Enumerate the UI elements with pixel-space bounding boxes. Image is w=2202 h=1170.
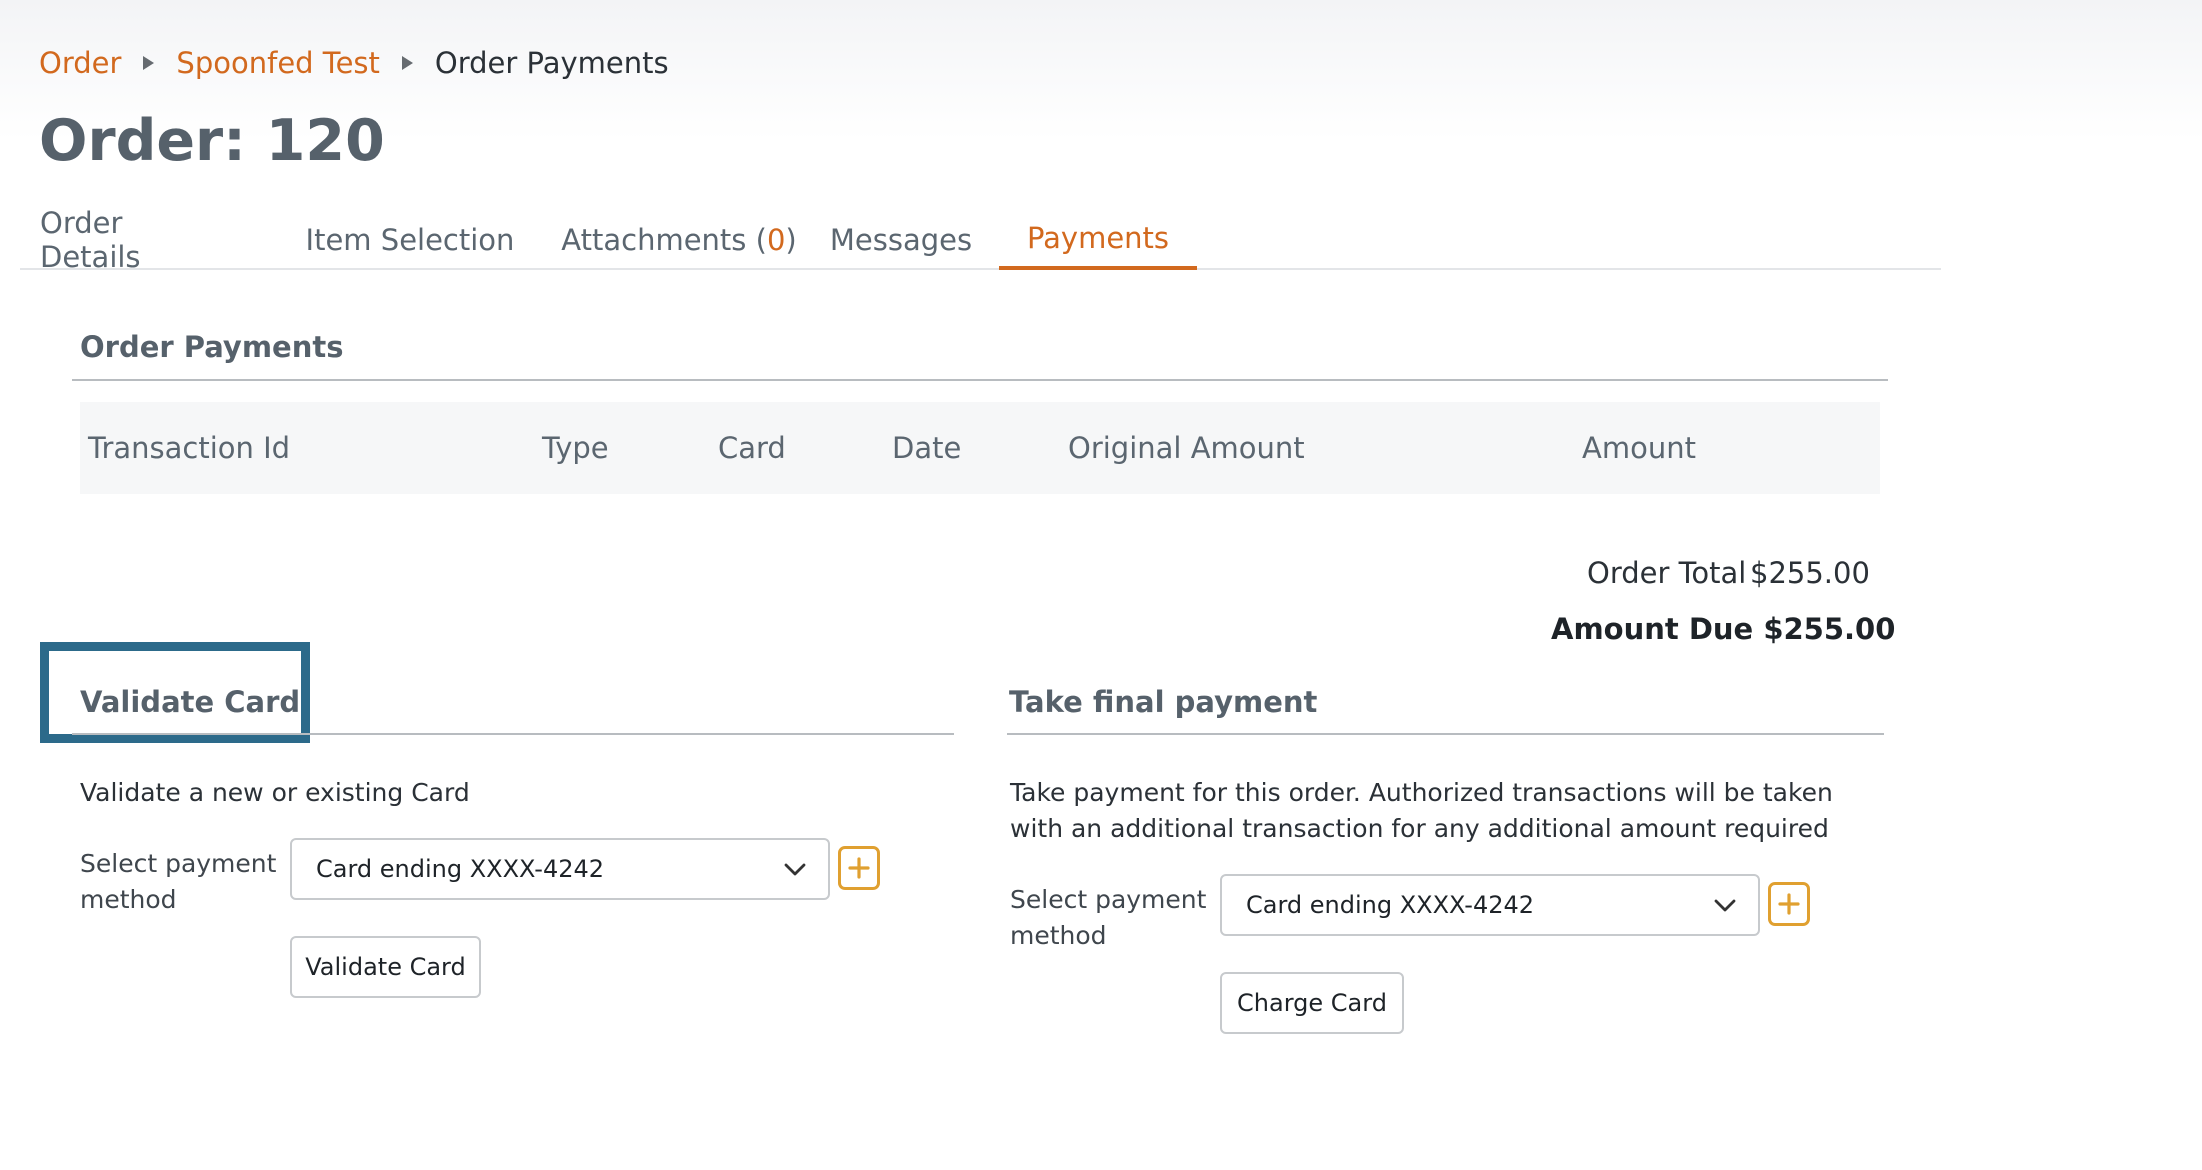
add-payment-method-button[interactable] (1768, 882, 1810, 926)
triangle-right-icon (401, 56, 413, 70)
order-total-value: $255.00 (1750, 556, 1870, 590)
column-original-amount: Original Amount (1068, 431, 1305, 465)
charge-card-button[interactable]: Charge Card (1220, 972, 1404, 1034)
final-selected-method: Card ending XXXX-4242 (1246, 891, 1535, 919)
validate-payment-method-select[interactable]: Card ending XXXX-4242 (290, 838, 830, 900)
order-total-label: Order Total (1587, 556, 1747, 590)
validate-payment-method-label: Select payment method (80, 849, 277, 914)
section-divider (72, 733, 954, 735)
validate-card-heading: Validate Card (80, 685, 301, 719)
tab-attachments-close: ) (785, 223, 797, 257)
breadcrumb-customer-link[interactable]: Spoonfed Test (176, 46, 379, 80)
breadcrumb-current: Order Payments (434, 46, 669, 80)
amount-due: Amount Due $255.00 (1551, 612, 1896, 646)
plus-icon (1778, 893, 1800, 915)
chevron-down-icon (784, 863, 806, 876)
triangle-right-icon (143, 56, 155, 70)
tab-item-selection[interactable]: Item Selection (300, 210, 520, 270)
chevron-down-icon (1714, 899, 1736, 912)
column-type: Type (542, 431, 609, 465)
breadcrumb: Order Spoonfed Test Order Payments (39, 44, 669, 82)
section-divider (72, 379, 1888, 381)
validate-card-description: Validate a new or existing Card (80, 778, 470, 807)
tab-messages[interactable]: Messages (830, 210, 972, 270)
page-title: Order: 120 (39, 108, 385, 174)
tab-bar: Order Details Item Selection Attachments… (20, 206, 1941, 274)
tab-attachments-label: Attachments ( (561, 223, 767, 257)
payments-table-header: Transaction Id Type Card Date Original A… (80, 402, 1880, 494)
column-date: Date (892, 431, 962, 465)
section-divider (1007, 733, 1884, 735)
order-payments-heading: Order Payments (80, 330, 344, 364)
tab-attachments[interactable]: Attachments (0) (558, 210, 800, 270)
tab-payments[interactable]: Payments (999, 210, 1197, 270)
final-payment-method-select[interactable]: Card ending XXXX-4242 (1220, 874, 1760, 936)
final-payment-method-label: Select payment method (1010, 885, 1207, 950)
validate-card-button[interactable]: Validate Card (290, 936, 481, 998)
plus-icon (848, 857, 870, 879)
column-transaction-id: Transaction Id (88, 431, 291, 465)
column-card: Card (718, 431, 786, 465)
validate-selected-method: Card ending XXXX-4242 (316, 855, 605, 883)
attachments-count: 0 (766, 223, 786, 257)
tab-order-details[interactable]: Order Details (40, 206, 220, 274)
final-payment-heading: Take final payment (1009, 685, 1318, 719)
final-payment-description: Take payment for this order. Authorized … (1010, 778, 1833, 843)
column-amount: Amount (1582, 431, 1696, 465)
add-payment-method-button[interactable] (838, 846, 880, 890)
breadcrumb-order-link[interactable]: Order (39, 46, 121, 80)
